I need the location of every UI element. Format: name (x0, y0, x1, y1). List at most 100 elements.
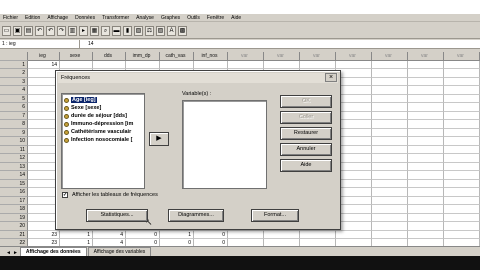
data-cell[interactable] (408, 77, 444, 86)
row-number[interactable]: 12 (0, 154, 28, 163)
target-variable-list[interactable] (182, 100, 267, 189)
variable-list-item[interactable]: Immuno-dépression [im (62, 120, 144, 128)
column-header[interactable]: sexe (60, 52, 93, 61)
menu-item[interactable]: Données (75, 15, 95, 21)
data-cell[interactable] (444, 205, 480, 214)
data-cell[interactable] (408, 230, 444, 239)
data-cell[interactable]: 0 (126, 239, 160, 246)
data-cell[interactable] (336, 179, 372, 188)
menu-item[interactable]: Outils (187, 15, 200, 21)
row-number[interactable]: 2 (0, 69, 28, 78)
data-cell[interactable] (336, 137, 372, 146)
data-cell[interactable] (444, 213, 480, 222)
data-cell[interactable] (372, 154, 408, 163)
data-cell[interactable] (372, 179, 408, 188)
menu-item[interactable]: Graphes (161, 15, 180, 21)
data-cell[interactable] (444, 230, 480, 239)
save-icon[interactable]: ▣ (13, 25, 22, 36)
data-cell[interactable] (93, 60, 126, 69)
data-cell[interactable] (372, 103, 408, 112)
row-number[interactable]: 7 (0, 111, 28, 120)
data-cell[interactable] (408, 69, 444, 78)
close-button[interactable]: × (325, 73, 337, 82)
data-cell[interactable] (372, 137, 408, 146)
row-number[interactable]: 11 (0, 145, 28, 154)
data-cell[interactable] (194, 60, 228, 69)
data-cell[interactable] (408, 86, 444, 95)
column-header[interactable]: ieg (28, 52, 60, 61)
statistics-button[interactable]: Statistiques... (86, 209, 148, 222)
data-cell[interactable]: 23 (28, 239, 60, 246)
data-cell[interactable] (444, 171, 480, 180)
data-cell[interactable] (444, 154, 480, 163)
row-number[interactable]: 8 (0, 120, 28, 129)
data-cell[interactable] (372, 77, 408, 86)
row-number[interactable]: 21 (0, 230, 28, 239)
data-cell[interactable] (408, 179, 444, 188)
show-frequency-tables-checkbox[interactable]: ✓ Afficher les tableaux de fréquences (62, 192, 158, 198)
data-cell[interactable] (160, 60, 194, 69)
dialog-recall-icon[interactable]: ↶ (35, 25, 44, 36)
data-cell[interactable]: 0 (126, 230, 160, 239)
data-cell[interactable] (336, 77, 372, 86)
data-cell[interactable] (408, 205, 444, 214)
data-cell[interactable] (336, 171, 372, 180)
data-cell[interactable] (372, 94, 408, 103)
data-cell[interactable] (408, 196, 444, 205)
data-cell[interactable] (60, 60, 93, 69)
menu-item[interactable]: Affichage (47, 15, 68, 21)
data-cell[interactable] (126, 60, 160, 69)
row-number[interactable]: 17 (0, 196, 28, 205)
data-cell[interactable]: 0 (194, 230, 228, 239)
data-cell[interactable] (336, 128, 372, 137)
data-cell[interactable] (228, 60, 264, 69)
data-cell[interactable] (444, 137, 480, 146)
data-cell[interactable] (444, 103, 480, 112)
data-cell[interactable] (444, 128, 480, 137)
data-cell[interactable]: 4 (93, 230, 126, 239)
value-labels-icon[interactable]: A (167, 25, 176, 36)
variable-list-item[interactable]: Age [ieg] (62, 96, 144, 104)
find-icon[interactable]: ⌕ (101, 25, 110, 36)
split-file-icon[interactable]: ▧ (134, 25, 143, 36)
help-button[interactable]: Aide (280, 159, 332, 172)
menu-item[interactable]: Fenêtre (207, 15, 224, 21)
row-number[interactable]: 6 (0, 103, 28, 112)
column-header[interactable]: var (372, 52, 408, 61)
data-cell[interactable] (228, 239, 264, 246)
use-sets-icon[interactable]: ▩ (178, 25, 187, 36)
data-cell[interactable] (444, 111, 480, 120)
data-cell[interactable] (372, 213, 408, 222)
variables-icon[interactable]: ▦ (90, 25, 99, 36)
data-cell[interactable] (372, 128, 408, 137)
menu-item[interactable]: Analyse (136, 15, 154, 21)
row-number[interactable]: 18 (0, 205, 28, 214)
data-cell[interactable] (408, 120, 444, 129)
row-number[interactable]: 9 (0, 128, 28, 137)
goto-case-icon[interactable]: ▸ (79, 25, 88, 36)
data-cell[interactable] (408, 239, 444, 246)
data-cell[interactable] (444, 77, 480, 86)
data-cell[interactable] (408, 94, 444, 103)
data-cell[interactable] (408, 222, 444, 231)
format-button[interactable]: Format... (251, 209, 299, 222)
move-variable-button[interactable]: ▶ (149, 132, 169, 146)
undo-icon[interactable]: ↶ (46, 25, 55, 36)
insert-case-icon[interactable]: ▬ (112, 25, 121, 36)
data-cell[interactable] (300, 230, 336, 239)
data-cell[interactable] (444, 179, 480, 188)
data-cell[interactable] (372, 145, 408, 154)
data-cell[interactable] (408, 162, 444, 171)
data-cell[interactable] (372, 120, 408, 129)
variable-list-item[interactable]: Infection nosocomiale [ (62, 136, 144, 144)
data-cell[interactable]: 1 (60, 230, 93, 239)
variable-list-item[interactable]: durée de séjour [dds] (62, 112, 144, 120)
data-cell[interactable] (336, 239, 372, 246)
column-header[interactable]: var (228, 52, 264, 61)
source-variable-list[interactable]: Age [ieg] Sexe [sexe] durée de séjour [dds… (61, 93, 145, 189)
row-number[interactable]: 5 (0, 94, 28, 103)
data-cell[interactable] (372, 162, 408, 171)
variable-list-item[interactable]: Sexe [sexe] (62, 104, 144, 112)
data-cell[interactable] (336, 111, 372, 120)
data-cell[interactable] (408, 154, 444, 163)
